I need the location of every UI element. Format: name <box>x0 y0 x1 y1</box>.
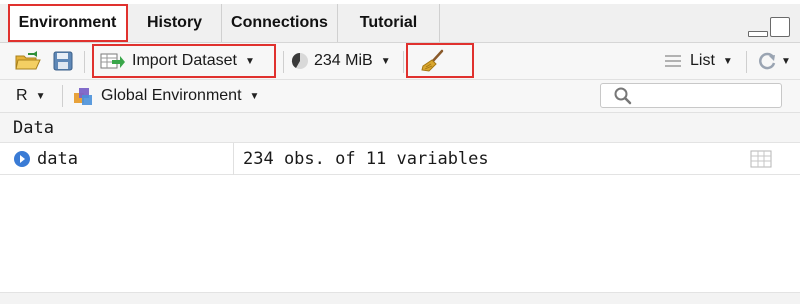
toolbar-separator <box>746 51 747 73</box>
pane-window-controls <box>748 17 790 37</box>
broom-icon <box>421 49 444 72</box>
expand-row-icon[interactable] <box>13 150 31 168</box>
chevron-down-icon: ▼ <box>35 90 46 102</box>
environment-label: Global Environment <box>101 87 242 104</box>
column-divider <box>233 143 234 175</box>
chevron-down-icon: ▼ <box>722 55 733 67</box>
clear-workspace-button[interactable] <box>420 43 446 79</box>
tab-connections[interactable]: Connections <box>222 4 338 42</box>
memory-usage-label: 234 MiB <box>314 52 373 69</box>
environment-cubes-icon <box>74 88 92 105</box>
variable-value: 234 obs. of 11 variables <box>243 149 489 169</box>
import-dataset-icon <box>100 53 125 69</box>
import-dataset-label: Import Dataset <box>132 52 237 69</box>
search-input[interactable] <box>600 83 782 108</box>
tab-history[interactable]: History <box>128 4 222 42</box>
chevron-down-icon: ▼ <box>249 90 260 102</box>
memory-usage-button[interactable]: 234 MiB ▼ <box>290 43 391 79</box>
chevron-down-icon: ▼ <box>380 55 391 67</box>
table-row[interactable]: data 234 obs. of 11 variables <box>0 143 800 175</box>
tab-tutorial[interactable]: Tutorial <box>338 4 440 42</box>
maximize-pane-icon[interactable] <box>770 17 790 37</box>
section-title: Data <box>13 117 54 138</box>
toolbar-separator <box>403 51 404 73</box>
language-dropdown[interactable]: R ▼ <box>16 80 45 112</box>
refresh-icon <box>759 52 776 70</box>
view-mode-button[interactable]: List ▼ <box>664 43 733 79</box>
chevron-down-icon: ▼ <box>781 55 791 67</box>
view-grid-icon[interactable] <box>750 150 772 168</box>
tab-environment[interactable]: Environment <box>8 4 128 42</box>
save-workspace-button[interactable] <box>53 43 73 79</box>
list-icon <box>665 55 681 67</box>
toolbar-separator <box>62 85 63 107</box>
environment-dropdown[interactable]: Global Environment ▼ <box>72 80 259 112</box>
chevron-down-icon: ▼ <box>244 55 255 67</box>
language-label: R <box>16 87 28 104</box>
folder-open-icon <box>15 51 41 70</box>
data-section-header: Data <box>0 113 800 143</box>
toolbar-separator <box>84 51 85 73</box>
tab-bar: Environment History Connections Tutorial <box>0 4 800 43</box>
environment-toolbar: Import Dataset ▼ 234 MiB ▼ List ▼ ▼ <box>0 43 800 80</box>
minimize-pane-icon[interactable] <box>748 31 768 37</box>
environment-pane: Environment History Connections Tutorial <box>0 0 800 304</box>
pane-bottom-border <box>0 292 800 304</box>
toolbar-separator <box>283 51 284 73</box>
variable-name: data <box>37 149 78 169</box>
view-mode-label: List <box>690 52 715 69</box>
import-dataset-button[interactable]: Import Dataset ▼ <box>100 43 255 79</box>
memory-pie-icon <box>291 52 308 69</box>
search-icon <box>614 87 632 105</box>
save-icon <box>53 51 73 71</box>
load-workspace-button[interactable] <box>14 43 42 79</box>
scope-toolbar: R ▼ Global Environment ▼ <box>0 80 800 113</box>
refresh-button[interactable]: ▼ <box>756 43 791 79</box>
